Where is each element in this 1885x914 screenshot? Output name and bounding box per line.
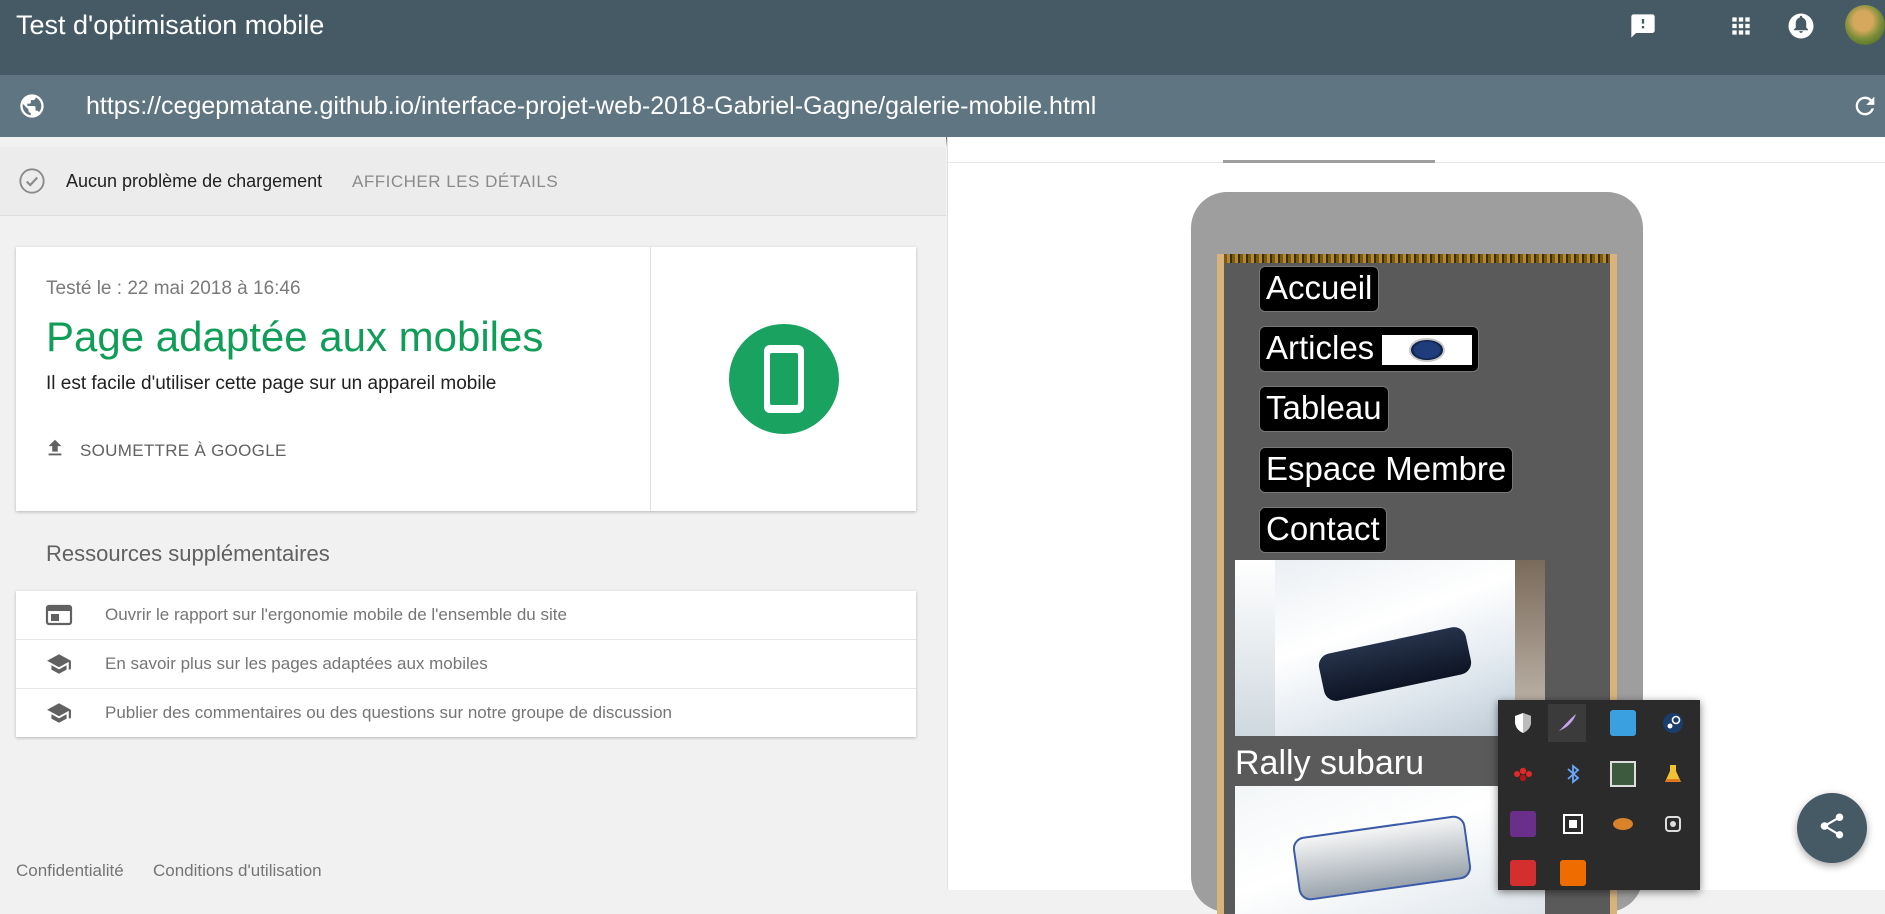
load-status-bar: Aucun problème de chargement AFFICHER LE…	[0, 147, 946, 216]
test-date: Testé le : 22 mai 2018 à 16:46	[46, 278, 301, 299]
car-shape	[1316, 624, 1474, 704]
load-status-text: Aucun problème de chargement	[66, 171, 323, 191]
bread-icon[interactable]	[1610, 811, 1636, 837]
nav-label: Espace Membre	[1266, 450, 1507, 487]
submit-label: SOUMETTRE À GOOGLE	[80, 440, 287, 460]
result-card: Testé le : 22 mai 2018 à 16:46 Page adap…	[16, 247, 916, 511]
bluetooth-icon[interactable]	[1560, 761, 1586, 787]
preview-nav-articles[interactable]: Articles	[1259, 326, 1480, 372]
preview-panel: Accueil Articles Tableau Espace Membre C…	[947, 137, 1885, 914]
resource-item[interactable]: Ouvrir le rapport sur l'ergonomie mobile…	[16, 591, 916, 639]
account-avatar[interactable]	[1845, 5, 1885, 45]
storage-icon[interactable]	[1660, 811, 1686, 837]
resources-list: Ouvrir le rapport sur l'ergonomie mobile…	[16, 591, 916, 737]
url-bar: https://cegepmatane.github.io/interface-…	[0, 75, 1885, 137]
verdict-subtitle: Il est facile d'utiliser cette page sur …	[46, 373, 497, 394]
steam-icon[interactable]	[1660, 710, 1686, 736]
show-details-link[interactable]: AFFICHER LES DÉTAILS	[352, 172, 558, 192]
verdict-title: Page adaptée aux mobiles	[46, 313, 544, 360]
privacy-link[interactable]: Confidentialité	[16, 861, 124, 881]
web-report-icon	[44, 600, 74, 630]
feather-icon[interactable]	[1548, 704, 1586, 742]
preview-nav-contact[interactable]: Contact	[1259, 507, 1387, 553]
card-divider	[650, 247, 651, 511]
flask-icon[interactable]	[1660, 761, 1686, 787]
preview-nav-espace-membre[interactable]: Espace Membre	[1259, 447, 1514, 493]
feedback-icon[interactable]	[1625, 8, 1661, 44]
system-tray-overflow	[1498, 700, 1700, 890]
ccu-icon[interactable]	[1510, 860, 1536, 886]
subaru-logo	[1382, 335, 1473, 366]
network-icon[interactable]	[1560, 811, 1586, 837]
monitor-icon[interactable]	[1610, 710, 1636, 736]
share-icon	[1817, 811, 1847, 846]
terms-link[interactable]: Conditions d'utilisation	[153, 861, 322, 881]
school-icon	[44, 698, 74, 728]
submit-to-google-button[interactable]: SOUMETTRE À GOOGLE	[44, 437, 287, 464]
preview-nav-accueil[interactable]: Accueil	[1259, 266, 1380, 312]
tab-indicator	[1223, 160, 1435, 163]
resource-label: Ouvrir le rapport sur l'ergonomie mobile…	[105, 605, 567, 624]
nav-label: Contact	[1266, 510, 1380, 547]
app-title: Test d'optimisation mobile	[16, 10, 325, 40]
app-bar: Test d'optimisation mobile	[0, 0, 1885, 75]
apps-grid-icon[interactable]	[1723, 8, 1759, 44]
results-panel: Aucun problème de chargement AFFICHER LE…	[0, 137, 946, 890]
nav-label: Accueil	[1266, 269, 1373, 306]
preview-nav-tableau[interactable]: Tableau	[1259, 386, 1389, 432]
resources-title: Ressources supplémentaires	[46, 541, 330, 566]
resource-label: Publier des commentaires ou des question…	[105, 703, 672, 722]
url-text[interactable]: https://cegepmatane.github.io/interface-…	[86, 92, 1096, 121]
upload-icon	[44, 437, 66, 464]
preview-caption: Rally subaru	[1235, 744, 1424, 782]
notifications-icon[interactable]	[1783, 8, 1819, 44]
nav-label: Tableau	[1266, 389, 1382, 426]
resource-item[interactable]: En savoir plus sur les pages adaptées au…	[16, 640, 916, 688]
globe-icon	[18, 92, 46, 125]
mobile-friendly-icon	[729, 324, 839, 434]
refresh-icon[interactable]	[1851, 92, 1879, 125]
car-shape	[1291, 814, 1473, 902]
share-button[interactable]	[1797, 793, 1867, 863]
display-icon[interactable]	[1610, 761, 1636, 787]
school-icon	[44, 649, 74, 679]
screen-header-strip	[1224, 254, 1610, 263]
shield-icon[interactable]	[1510, 710, 1536, 736]
resource-label: En savoir plus sur les pages adaptées au…	[105, 654, 488, 673]
paw-icon[interactable]	[1510, 761, 1536, 787]
orange-app-icon[interactable]	[1560, 860, 1586, 886]
resource-item[interactable]: Publier des commentaires ou des question…	[16, 689, 916, 737]
nx-icon[interactable]	[1510, 811, 1536, 837]
check-circle-icon	[18, 167, 46, 200]
nav-label: Articles	[1266, 329, 1375, 366]
